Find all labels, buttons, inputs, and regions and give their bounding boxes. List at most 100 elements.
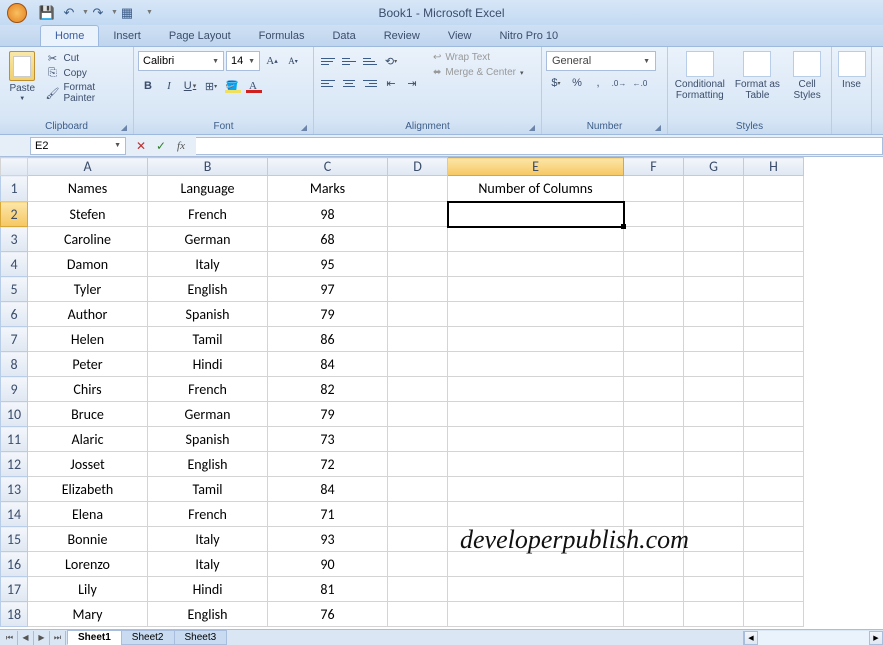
cell-F14[interactable] bbox=[624, 502, 684, 527]
tab-insert[interactable]: Insert bbox=[99, 26, 155, 46]
cell-C9[interactable]: 82 bbox=[268, 377, 388, 402]
cell-B5[interactable]: English bbox=[148, 277, 268, 302]
border-button[interactable]: ⊞▾ bbox=[201, 76, 221, 96]
name-box[interactable]: E2▼ bbox=[30, 137, 126, 155]
format-as-table-button[interactable]: Format as Table bbox=[730, 51, 786, 101]
align-bottom-button[interactable] bbox=[360, 51, 380, 71]
cell-E5[interactable] bbox=[448, 277, 624, 302]
qat-customize-icon[interactable]: ▼ bbox=[146, 9, 149, 16]
font-name-select[interactable]: Calibri▼ bbox=[138, 51, 224, 71]
conditional-formatting-button[interactable]: Conditional Formatting bbox=[672, 51, 728, 101]
cell-D17[interactable] bbox=[388, 577, 448, 602]
cut-button[interactable]: ✂Cut bbox=[42, 51, 129, 65]
cell-B3[interactable]: German bbox=[148, 227, 268, 252]
align-right-button[interactable] bbox=[360, 73, 380, 93]
cell-C5[interactable]: 97 bbox=[268, 277, 388, 302]
row-header-2[interactable]: 2 bbox=[1, 202, 28, 227]
cell-E18[interactable] bbox=[448, 602, 624, 627]
cell-H14[interactable] bbox=[744, 502, 804, 527]
font-color-button[interactable]: A bbox=[243, 76, 263, 96]
tab-formulas[interactable]: Formulas bbox=[245, 26, 319, 46]
cell-C15[interactable]: 93 bbox=[268, 527, 388, 552]
cell-E13[interactable] bbox=[448, 477, 624, 502]
cell-F9[interactable] bbox=[624, 377, 684, 402]
undo-icon[interactable]: ↶ bbox=[60, 4, 78, 22]
cell-G2[interactable] bbox=[684, 202, 744, 227]
cell-A4[interactable]: Damon bbox=[28, 252, 148, 277]
print-icon[interactable]: ▦ bbox=[118, 4, 136, 22]
last-sheet-button[interactable]: ⏭ bbox=[50, 631, 66, 645]
cell-G4[interactable] bbox=[684, 252, 744, 277]
dialog-launcher-icon[interactable]: ◢ bbox=[121, 123, 127, 132]
tab-home[interactable]: Home bbox=[40, 25, 99, 46]
cell-F2[interactable] bbox=[624, 202, 684, 227]
column-header-A[interactable]: A bbox=[28, 158, 148, 176]
paste-button[interactable]: Paste ▼ bbox=[4, 51, 40, 102]
cell-D9[interactable] bbox=[388, 377, 448, 402]
column-header-F[interactable]: F bbox=[624, 158, 684, 176]
cell-G7[interactable] bbox=[684, 327, 744, 352]
shrink-font-button[interactable]: A▾ bbox=[283, 51, 303, 71]
cell-B17[interactable]: Hindi bbox=[148, 577, 268, 602]
column-header-D[interactable]: D bbox=[388, 158, 448, 176]
redo-icon[interactable]: ↷ bbox=[89, 4, 107, 22]
cell-C13[interactable]: 84 bbox=[268, 477, 388, 502]
cell-E11[interactable] bbox=[448, 427, 624, 452]
cell-E8[interactable] bbox=[448, 352, 624, 377]
row-header-10[interactable]: 10 bbox=[1, 402, 28, 427]
cell-E14[interactable] bbox=[448, 502, 624, 527]
number-format-select[interactable]: General▼ bbox=[546, 51, 656, 71]
cell-E9[interactable] bbox=[448, 377, 624, 402]
cell-C8[interactable]: 84 bbox=[268, 352, 388, 377]
tab-data[interactable]: Data bbox=[318, 26, 369, 46]
cell-C17[interactable]: 81 bbox=[268, 577, 388, 602]
cell-H5[interactable] bbox=[744, 277, 804, 302]
row-header-7[interactable]: 7 bbox=[1, 327, 28, 352]
orientation-button[interactable]: ⟲▾ bbox=[381, 51, 401, 71]
cell-D4[interactable] bbox=[388, 252, 448, 277]
cell-A13[interactable]: Elizabeth bbox=[28, 477, 148, 502]
row-header-5[interactable]: 5 bbox=[1, 277, 28, 302]
cell-D8[interactable] bbox=[388, 352, 448, 377]
cell-H1[interactable] bbox=[744, 176, 804, 202]
decrease-indent-button[interactable]: ⇤ bbox=[381, 73, 401, 93]
cell-F17[interactable] bbox=[624, 577, 684, 602]
cell-E17[interactable] bbox=[448, 577, 624, 602]
cell-D2[interactable] bbox=[388, 202, 448, 227]
cell-G11[interactable] bbox=[684, 427, 744, 452]
cell-E2[interactable] bbox=[448, 202, 624, 227]
row-header-4[interactable]: 4 bbox=[1, 252, 28, 277]
cell-G14[interactable] bbox=[684, 502, 744, 527]
cell-C2[interactable]: 98 bbox=[268, 202, 388, 227]
align-top-button[interactable] bbox=[318, 51, 338, 71]
cell-E10[interactable] bbox=[448, 402, 624, 427]
cell-F18[interactable] bbox=[624, 602, 684, 627]
align-middle-button[interactable] bbox=[339, 51, 359, 71]
cell-F13[interactable] bbox=[624, 477, 684, 502]
cell-A15[interactable]: Bonnie bbox=[28, 527, 148, 552]
cell-H9[interactable] bbox=[744, 377, 804, 402]
sheet-tab-3[interactable]: Sheet3 bbox=[174, 630, 228, 645]
scroll-track[interactable] bbox=[758, 631, 869, 645]
comma-format-button[interactable]: , bbox=[588, 73, 608, 93]
cell-C7[interactable]: 86 bbox=[268, 327, 388, 352]
merge-center-button[interactable]: ⬌Merge & Center▾ bbox=[430, 66, 527, 79]
cell-D16[interactable] bbox=[388, 552, 448, 577]
accounting-format-button[interactable]: $▾ bbox=[546, 73, 566, 93]
formula-input[interactable] bbox=[196, 137, 883, 155]
cell-A3[interactable]: Caroline bbox=[28, 227, 148, 252]
cell-F6[interactable] bbox=[624, 302, 684, 327]
cell-B7[interactable]: Tamil bbox=[148, 327, 268, 352]
cell-B6[interactable]: Spanish bbox=[148, 302, 268, 327]
percent-format-button[interactable]: % bbox=[567, 73, 587, 93]
cell-F16[interactable] bbox=[624, 552, 684, 577]
insert-cells-button[interactable]: Inse bbox=[836, 51, 867, 90]
cell-D12[interactable] bbox=[388, 452, 448, 477]
cell-D6[interactable] bbox=[388, 302, 448, 327]
cell-H13[interactable] bbox=[744, 477, 804, 502]
scroll-right-button[interactable]: ▶ bbox=[869, 631, 883, 645]
cell-G13[interactable] bbox=[684, 477, 744, 502]
cell-H2[interactable] bbox=[744, 202, 804, 227]
cell-F12[interactable] bbox=[624, 452, 684, 477]
cell-H3[interactable] bbox=[744, 227, 804, 252]
